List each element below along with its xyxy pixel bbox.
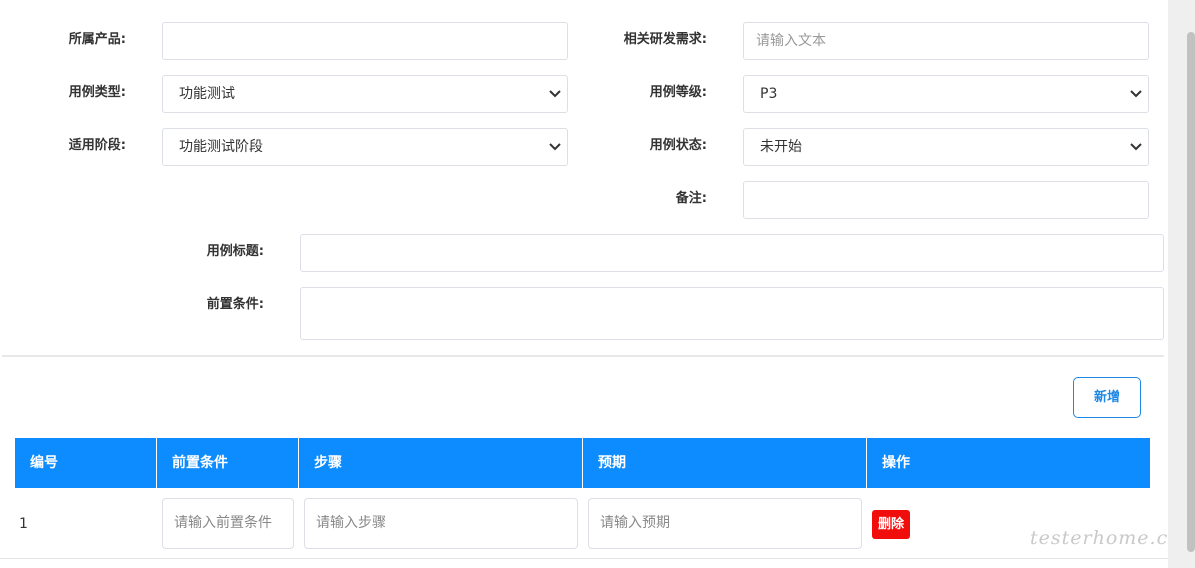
header-cell-step: 步骤 (299, 438, 583, 488)
precondition-textarea[interactable] (300, 287, 1164, 340)
case-title-input[interactable] (300, 234, 1164, 272)
case-level-select[interactable]: P3 (743, 75, 1149, 113)
case-type-value: 功能测试 (179, 86, 235, 102)
case-level-value: P3 (760, 86, 778, 102)
case-level-label: 用例等级: (649, 85, 707, 100)
remark-input[interactable] (743, 181, 1149, 219)
product-input[interactable] (162, 22, 568, 60)
chevron-down-icon (549, 90, 561, 98)
status-label: 用例状态: (649, 138, 707, 153)
row-step-input[interactable]: 请输入步骤 (304, 498, 578, 549)
case-type-select[interactable]: 功能测试 (162, 75, 568, 113)
stage-value: 功能测试阶段 (179, 139, 263, 155)
chevron-down-icon (549, 143, 561, 151)
add-step-button[interactable]: 新增 (1073, 377, 1141, 418)
header-cell-expected: 预期 (583, 438, 867, 488)
steps-table-header: 编号 前置条件 步骤 预期 操作 (15, 438, 1150, 488)
requirement-input[interactable]: 请输入文本 (743, 22, 1149, 60)
requirement-label: 相关研发需求: (623, 32, 707, 47)
chevron-down-icon (1130, 90, 1142, 98)
stage-label: 适用阶段: (68, 138, 126, 153)
status-value: 未开始 (760, 139, 802, 155)
row-precondition-input[interactable]: 请输入前置条件 (162, 498, 294, 549)
case-type-label: 用例类型: (68, 85, 126, 100)
delete-row-button[interactable]: 删除 (872, 510, 910, 539)
scrollbar-thumb[interactable] (1187, 32, 1195, 552)
row-number: 1 (19, 516, 28, 532)
header-cell-no: 编号 (15, 438, 157, 488)
status-select[interactable]: 未开始 (743, 128, 1149, 166)
remark-label: 备注: (675, 191, 707, 206)
section-divider (2, 355, 1164, 357)
chevron-down-icon (1130, 143, 1142, 151)
header-cell-precondition: 前置条件 (157, 438, 299, 488)
bottom-border (0, 558, 1168, 559)
header-cell-actions: 操作 (882, 455, 910, 471)
product-label: 所属产品: (68, 32, 126, 47)
case-title-label: 用例标题: (206, 244, 264, 259)
row-expected-input[interactable]: 请输入预期 (588, 498, 862, 549)
precondition-label: 前置条件: (206, 297, 264, 312)
stage-select[interactable]: 功能测试阶段 (162, 128, 568, 166)
